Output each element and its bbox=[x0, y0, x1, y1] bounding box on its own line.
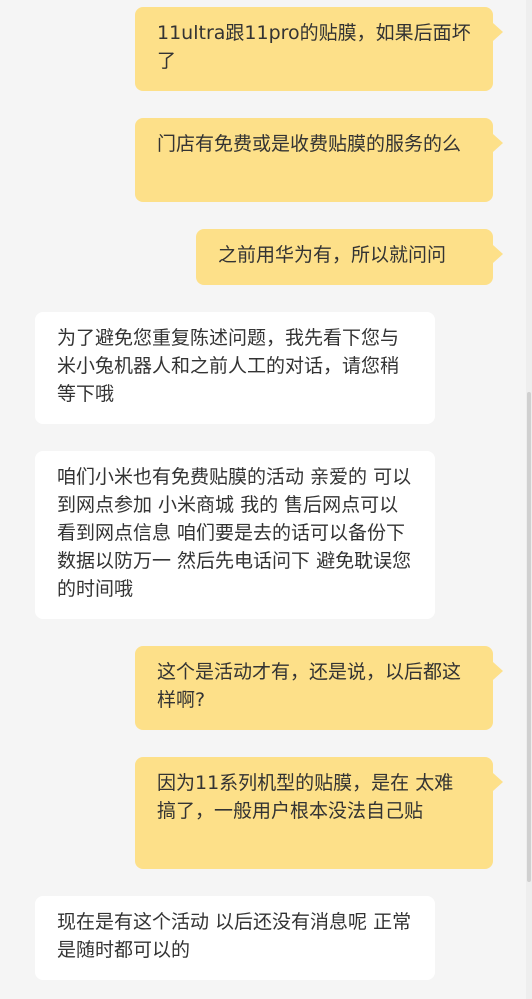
user-message: 因为11系列机型的贴膜，是在 太难搞了，一般用户根本没法自己贴 bbox=[135, 757, 503, 869]
user-message: 之前用华为有，所以就问问 bbox=[196, 229, 503, 285]
agent-message: 咱们小米也有免费贴膜的活动 亲爱的 可以到网点参加 小米商城 我的 售后网点可以… bbox=[35, 451, 435, 619]
user-message: 门店有免费或是收费贴膜的服务的么 bbox=[135, 118, 503, 202]
agent-message: 为了避免您重复陈述问题，我先看下您与米小兔机器人和之前人工的对话，请您稍等下哦 bbox=[35, 312, 435, 424]
agent-message: 现在是有这个活动 以后还没有消息呢 正常是随时都可以的 bbox=[35, 896, 435, 980]
scrollbar-thumb[interactable] bbox=[527, 392, 531, 882]
user-message: 这个是活动才有，还是说，以后都这样啊? bbox=[135, 646, 503, 730]
chat-transcript: 11ultra跟11pro的贴膜，如果后面坏了 门店有免费或是收费贴膜的服务的么… bbox=[0, 0, 532, 999]
scrollbar[interactable] bbox=[526, 0, 532, 999]
user-message: 11ultra跟11pro的贴膜，如果后面坏了 bbox=[135, 7, 503, 91]
